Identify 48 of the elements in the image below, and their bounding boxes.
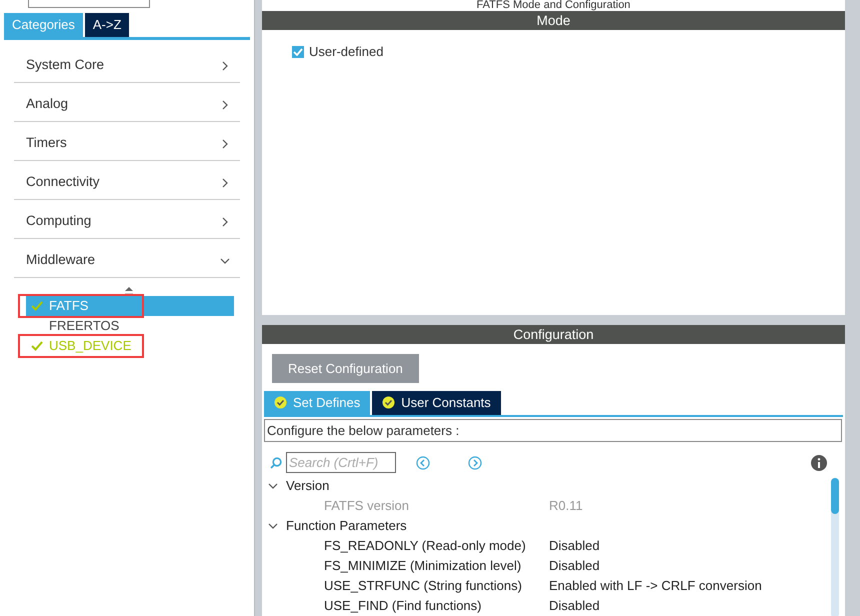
parameter-value: Disabled [549,537,600,556]
tree-group[interactable]: Version [268,476,330,496]
search-icon [270,456,282,468]
category-label: Timers [26,134,67,152]
tab[interactable]: A->Z [84,13,130,36]
module-item[interactable]: FREERTOS [26,316,234,336]
parameter-value: Disabled [549,557,600,576]
chevron-icon [220,178,230,188]
section-header: Configuration [262,324,845,344]
check-icon [30,340,44,350]
checkmark-icon [293,48,303,56]
chevron-icon [268,481,278,491]
parameter-value: R0.11 [549,497,583,516]
checkbox[interactable]: User-defined [292,42,384,62]
category-label: Connectivity [26,173,100,192]
parameter-name: USE_FIND (Find functions) [324,597,482,616]
scrollbar[interactable] [831,478,839,616]
sort-icon[interactable] [124,286,134,296]
category-label: Analog [26,95,68,114]
parameter-name: FS_MINIMIZE (Minimization level) [324,557,522,576]
chevron-icon [220,100,230,110]
category-label: Computing [26,212,92,230]
parameter-name: FATFS version [324,497,410,516]
panel-title: FATFS Mode and Configuration [476,0,632,11]
tree-group[interactable]: Function Parameters [268,516,407,536]
parameter-value: Enabled with LF -> CRLF conversion [549,577,762,596]
check-icon [30,300,44,310]
chevron-icon [220,138,230,148]
parameter-name: FS_READONLY (Read-only mode) [324,537,527,556]
chevron-icon [220,60,230,70]
previous-icon[interactable] [416,456,430,470]
parameter-value: Disabled [549,597,600,616]
description-field: Configure the below parameters : [264,418,842,442]
search-field[interactable] [28,0,150,8]
section-header: Mode [262,11,845,30]
next-icon[interactable] [468,456,482,470]
chevron-icon [268,521,278,531]
category-label: Middleware [26,251,96,270]
check-circle-icon [274,396,287,410]
search-field[interactable]: Search (Crtl+F) [286,452,396,473]
parameter-name: USE_STRFUNC (String functions) [324,577,523,596]
chevron-icon [220,256,230,266]
tab[interactable]: User Constants [372,391,501,414]
category-label: System Core [26,56,104,74]
check-circle-icon [382,396,396,410]
info-icon[interactable] [811,454,827,470]
scrollbar-thumb[interactable] [831,478,839,514]
chevron-icon [220,216,230,226]
